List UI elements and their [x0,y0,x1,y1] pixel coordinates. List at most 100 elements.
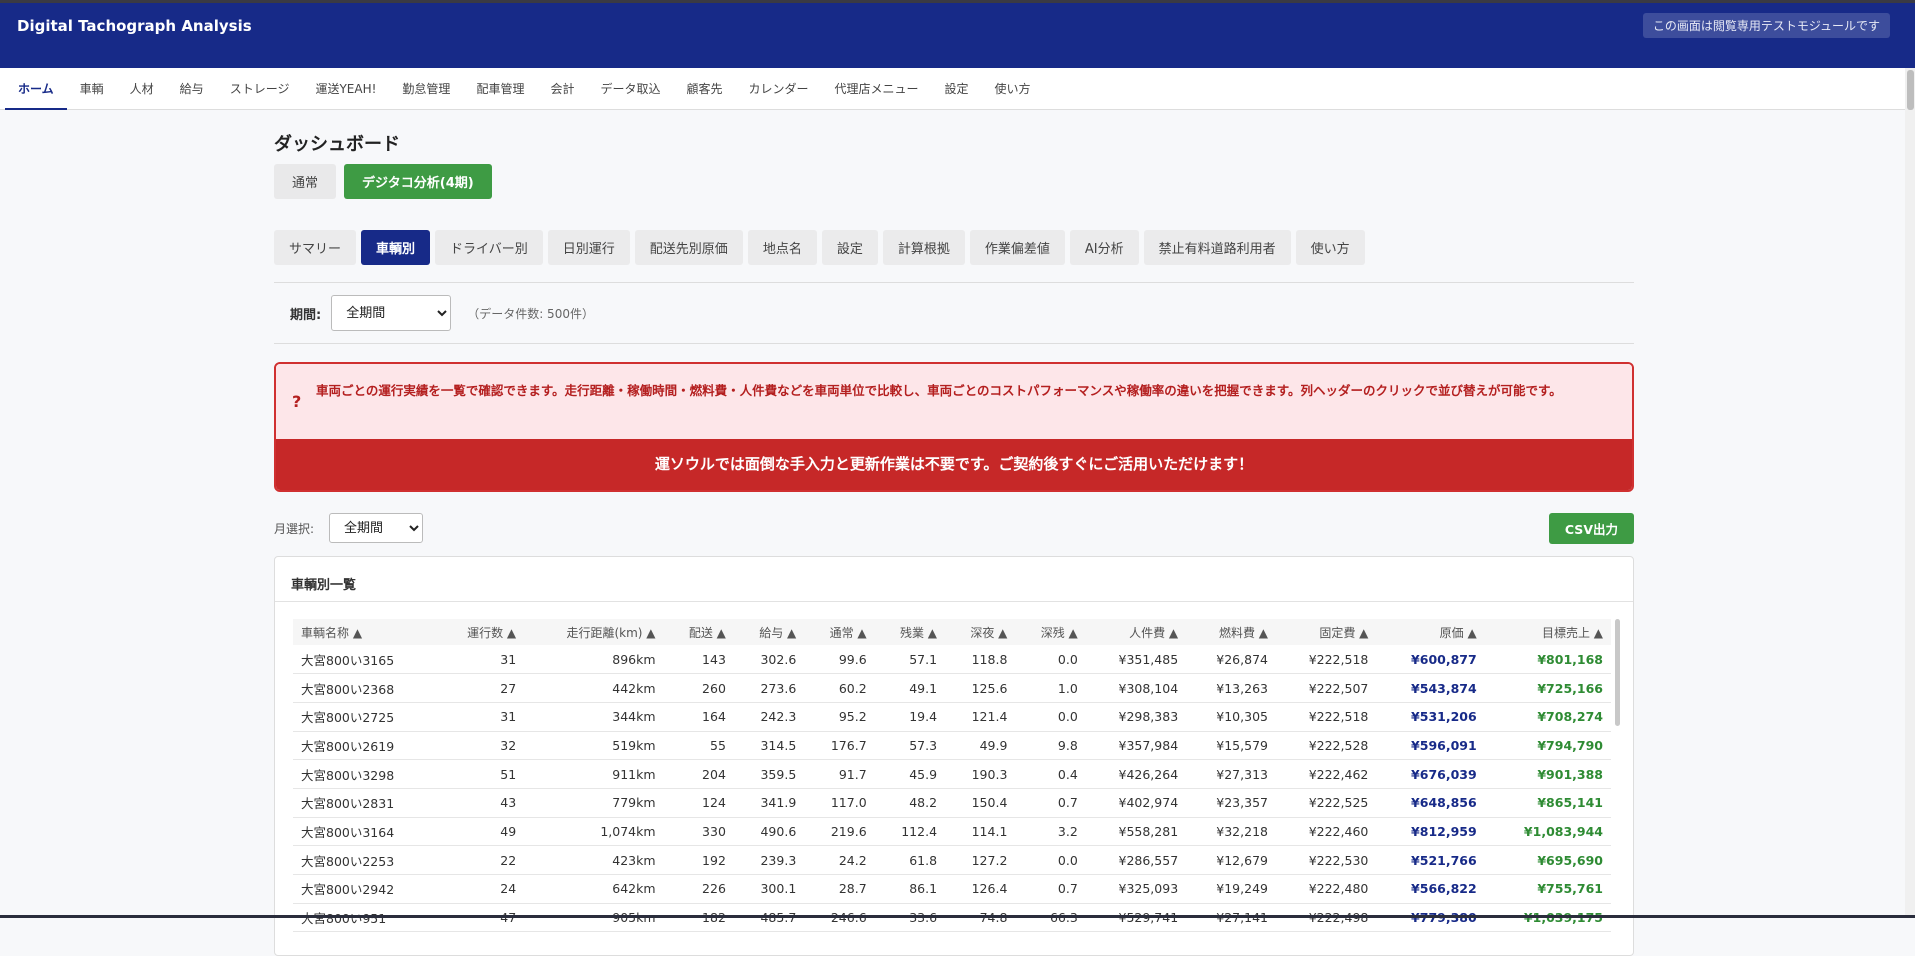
table-cell: 127.2 [945,845,1016,875]
tab[interactable]: 禁止有料道路利用者 [1143,230,1291,265]
table-row: 大宮800い2942 24 642km 226 300.1 28.7 86.1 126.4 0.… [293,874,1611,904]
nav-item[interactable]: カレンダー [736,68,822,109]
table-cell: 164 [663,702,734,732]
column-header[interactable]: 固定費 ▲ [1275,619,1377,645]
table-cell: 57.1 [874,645,946,675]
tab[interactable]: ドライバー別 [435,230,543,265]
table-cell: 91.7 [804,759,875,789]
table-cell: ¥521,766 [1376,845,1485,875]
tab[interactable]: 作業偏差値 [969,230,1065,265]
column-header[interactable]: 深夜 ▲ [945,619,1016,645]
readonly-badge: この画面は閲覧専用テストモジュールです [1642,13,1890,38]
column-header[interactable]: 深残 ▲ [1015,619,1086,645]
table-cell: 3.2 [1015,817,1086,847]
table-cell: ¥558,281 [1085,817,1187,847]
column-header[interactable]: 目標売上 ▲ [1484,619,1611,645]
nav-item[interactable]: 勤怠管理 [389,68,463,109]
nav-item[interactable]: 代理店メニュー [822,68,932,109]
mode-switch: 通常 デジタコ分析(4期) [274,164,1634,199]
tab[interactable]: 設定 [821,230,878,265]
table-cell: 1.0 [1015,673,1086,703]
column-header[interactable]: 燃料費 ▲ [1186,619,1276,645]
nav-item[interactable]: 車輌 [67,68,117,109]
nav-item[interactable]: 人材 [117,68,167,109]
table-cell: 49.1 [874,673,946,703]
nav-item[interactable]: 会計 [537,68,587,109]
nav-item[interactable]: ホーム [5,68,67,110]
table-cell: ¥15,579 [1186,731,1276,761]
table-cell: ¥308,104 [1085,673,1187,703]
main-content: ダッシュボード 通常 デジタコ分析(4期) サマリー 車輌別 ドライバー別 日別運行配… [274,110,1634,956]
table-cell: 226 [663,874,734,904]
tab[interactable]: 地点名 [747,230,817,265]
mode-normal-button[interactable]: 通常 [274,164,337,199]
table-cell: 0.0 [1015,645,1086,675]
table-cell: 0.0 [1015,845,1086,875]
table-cell: 344km [524,702,664,732]
month-select[interactable]: 全期間 [329,513,424,543]
table-cell: 239.3 [733,845,805,875]
column-header[interactable]: 運行数 ▲ [437,619,525,645]
tab[interactable]: 使い方 [1295,230,1365,265]
mode-digitaco-button[interactable]: デジタコ分析(4期) [344,164,492,199]
column-header[interactable]: 車輌名称 ▲ [293,619,438,645]
table-cell: 大宮800い2619 [293,731,438,761]
csv-export-button[interactable]: CSV出力 [1548,512,1634,544]
tab[interactable]: サマリー [274,230,357,265]
table-cell: 43 [437,788,525,818]
table-cell: ¥402,974 [1085,788,1187,818]
column-header[interactable]: 人件費 ▲ [1085,619,1187,645]
table-cell: 192 [663,845,734,875]
table-cell: ¥865,141 [1484,788,1611,818]
table-cell: ¥222,460 [1275,817,1377,847]
table-cell: 112.4 [874,817,946,847]
tab[interactable]: 車輌別 [361,230,431,265]
table-cell: ¥648,856 [1376,788,1485,818]
table-cell: 55 [663,731,734,761]
table-cell: 126.4 [945,874,1016,904]
nav-item[interactable]: 配車管理 [463,68,537,109]
table-cell: 442km [524,673,664,703]
nav-item[interactable]: 設定 [932,68,982,109]
table-cell: 28.7 [804,874,875,904]
table-cell: ¥325,093 [1085,874,1187,904]
column-header[interactable]: 通常 ▲ [804,619,875,645]
column-header[interactable]: 配送 ▲ [663,619,734,645]
period-select[interactable]: 全期間 [331,295,452,331]
nav-item[interactable]: 使い方 [982,68,1044,109]
table-cell: ¥12,679 [1186,845,1276,875]
column-header[interactable]: 残業 ▲ [874,619,946,645]
table-cell: 大宮800い2725 [293,702,438,732]
nav-item[interactable]: 顧客先 [673,68,735,109]
table-cell: 24.2 [804,845,875,875]
column-header[interactable]: 走行距離(km) ▲ [524,619,664,645]
app-title: Digital Tachograph Analysis [17,17,252,35]
nav-item[interactable]: ストレージ [217,68,303,109]
tab[interactable]: 日別運行 [547,230,630,265]
table-cell: 45.9 [874,759,946,789]
table-cell: ¥725,166 [1484,673,1611,703]
info-alert: ? 車両ごとの運行実績を一覧で確認できます。走行距離・稼働時間・燃料費・人件費な… [274,362,1634,492]
table-cell: ¥426,264 [1085,759,1187,789]
nav-item[interactable]: 運送YEAH! [302,68,389,109]
column-header[interactable]: 給与 ▲ [733,619,805,645]
table-cell: ¥298,383 [1085,702,1187,732]
page-scrollbar[interactable] [1905,68,1915,918]
table-cell: 57.3 [874,731,946,761]
column-header[interactable]: 原価 ▲ [1376,619,1485,645]
tab[interactable]: 配送先別原価 [634,230,743,265]
app-header: Digital Tachograph Analysis この画面は閲覧専用テスト… [0,3,1915,68]
table-cell: 大宮800い2253 [293,845,438,875]
tab[interactable]: 計算根拠 [882,230,965,265]
table-cell: 330 [663,817,734,847]
table-cell: ¥286,557 [1085,845,1187,875]
table-cell: ¥222,507 [1275,673,1377,703]
table-cell: 642km [524,874,664,904]
table-cell: 150.4 [945,788,1016,818]
nav-item[interactable]: 給与 [167,68,217,109]
tab[interactable]: AI分析 [1069,230,1139,265]
table-cell: 32 [437,731,525,761]
table-cell: 大宮800い2942 [293,874,438,904]
table-scrollbar[interactable] [1615,619,1620,726]
nav-item[interactable]: データ取込 [587,68,673,109]
